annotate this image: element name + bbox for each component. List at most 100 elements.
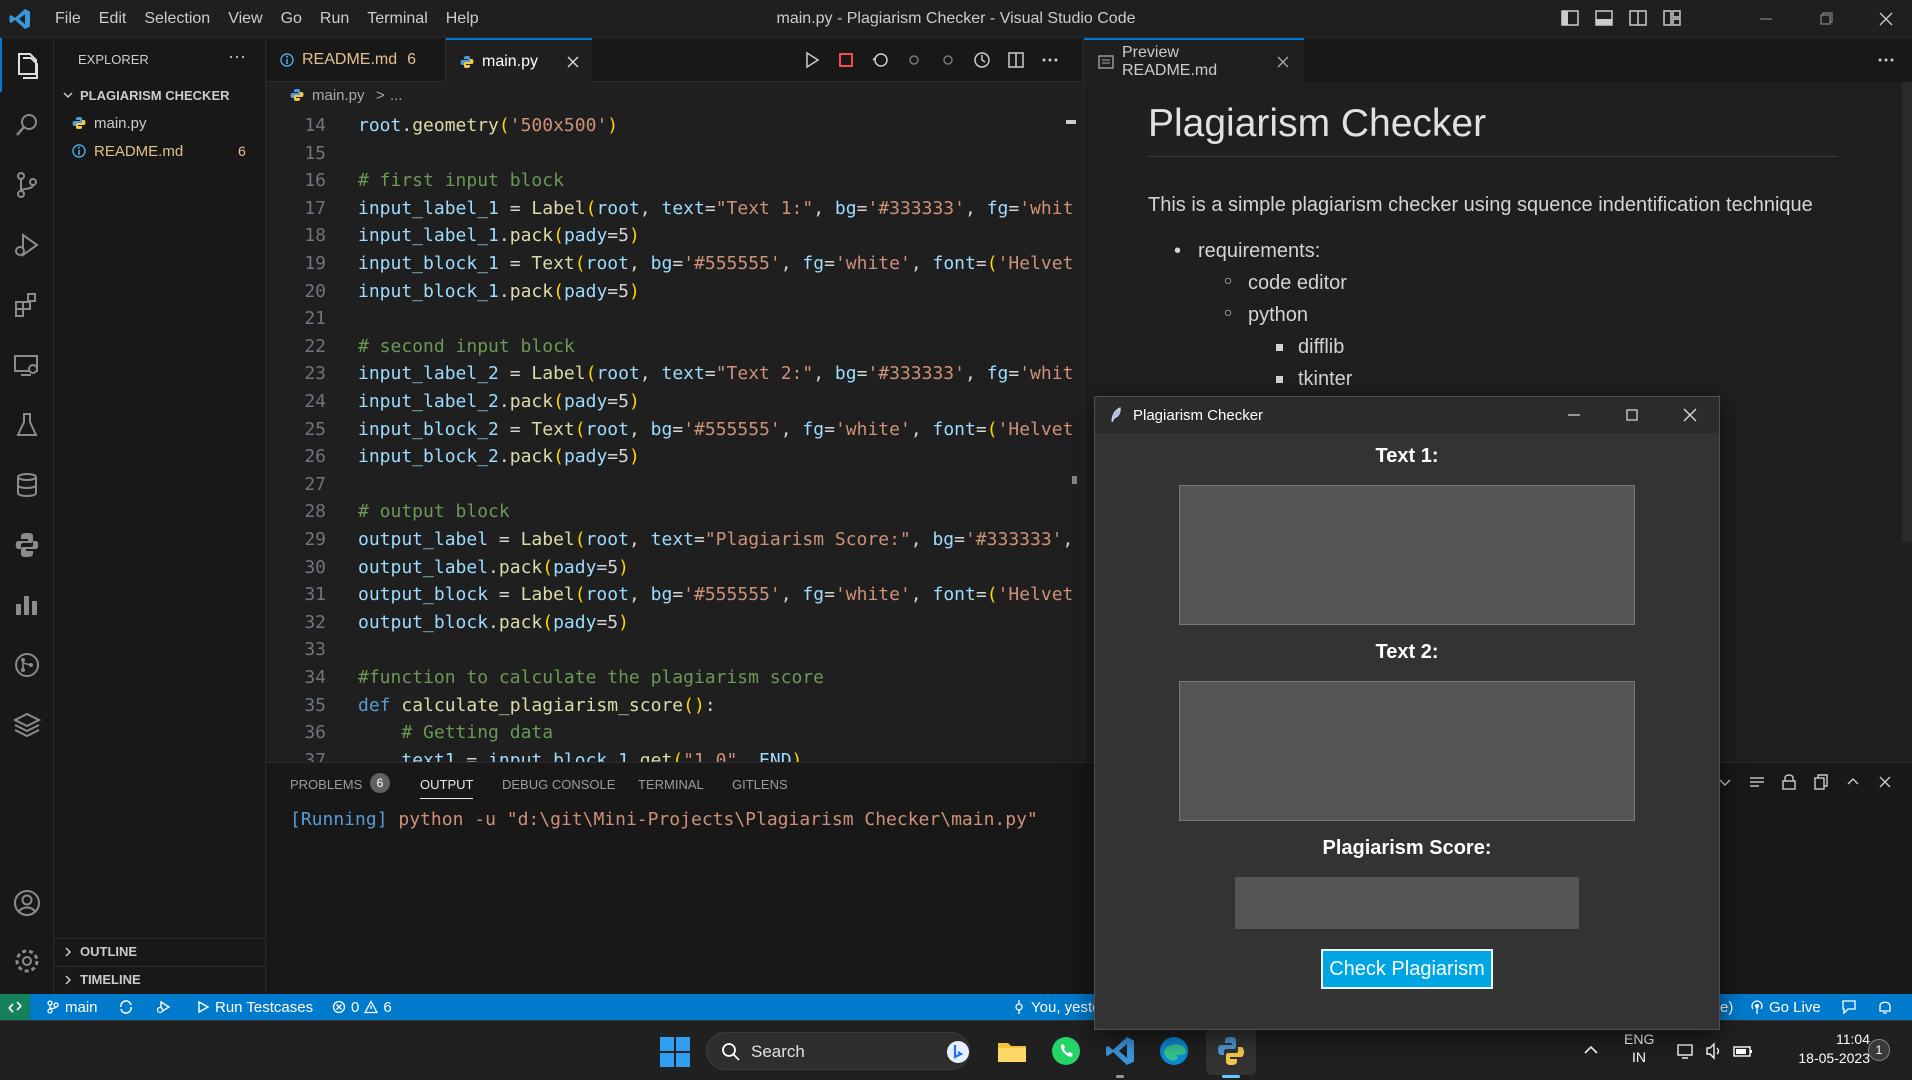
- text1-input[interactable]: [1179, 485, 1635, 625]
- preview-scrollbar[interactable]: [1902, 82, 1912, 542]
- sync-icon[interactable]: [118, 994, 134, 1020]
- windows-start-icon[interactable]: [660, 1037, 690, 1067]
- prev-change-icon[interactable]: [904, 50, 924, 70]
- close-panel-icon[interactable]: [1876, 773, 1894, 791]
- tab-debug-console[interactable]: DEBUG CONSOLE: [502, 777, 615, 792]
- run-icon[interactable]: [802, 50, 822, 70]
- account-icon[interactable]: [0, 876, 54, 930]
- code-token: font: [932, 253, 976, 274]
- chevron-up-icon[interactable]: [1582, 1041, 1600, 1059]
- git-blame-indicator[interactable]: You, yeste: [1012, 994, 1101, 1020]
- explorer-icon[interactable]: [0, 38, 54, 92]
- run-testcases-button[interactable]: Run Testcases: [196, 994, 313, 1020]
- tab-close-icon[interactable]: [1276, 55, 1290, 69]
- layers-icon[interactable]: [0, 698, 54, 752]
- tab-close-icon[interactable]: [566, 55, 580, 69]
- testing-icon[interactable]: [0, 398, 54, 452]
- file-explorer-icon[interactable]: [996, 1035, 1028, 1067]
- menu-run[interactable]: Run: [311, 10, 358, 28]
- extensions-icon[interactable]: [0, 278, 54, 332]
- minimize-icon[interactable]: [1756, 0, 1776, 38]
- chevron-up-icon[interactable]: [1844, 773, 1862, 791]
- text2-input[interactable]: [1179, 681, 1635, 821]
- language-indicator[interactable]: ENG IN: [1624, 1031, 1654, 1065]
- python-icon[interactable]: [0, 518, 54, 572]
- menu-help[interactable]: Help: [437, 10, 488, 28]
- split-editor-icon[interactable]: [1006, 50, 1026, 70]
- maximize-icon[interactable]: [1623, 406, 1641, 424]
- search-icon[interactable]: [0, 98, 54, 152]
- notification-badge[interactable]: 1: [1868, 1039, 1890, 1061]
- menu-file[interactable]: File: [46, 10, 90, 28]
- breadcrumb-rest[interactable]: ...: [390, 87, 403, 104]
- line-number: 31: [304, 584, 326, 606]
- settings-gear-icon[interactable]: [0, 934, 54, 988]
- stop-icon[interactable]: [836, 50, 856, 70]
- tab-terminal[interactable]: TERMINAL: [638, 777, 704, 792]
- menu-selection[interactable]: Selection: [135, 10, 219, 28]
- customize-layout-icon[interactable]: [1662, 8, 1682, 28]
- outline-section[interactable]: OUTLINE: [54, 938, 266, 964]
- folder-plagiarism-checker[interactable]: PLAGIARISM CHECKER: [54, 82, 266, 108]
- charts-icon[interactable]: [0, 578, 54, 632]
- debug-status-icon[interactable]: [156, 994, 172, 1020]
- problems-indicator[interactable]: 0 6: [332, 994, 392, 1020]
- toggle-sidebar-icon[interactable]: [1560, 8, 1580, 28]
- menu-go[interactable]: Go: [272, 10, 311, 28]
- code-token: input_label_2: [358, 391, 499, 412]
- language-code: ENG: [1624, 1031, 1655, 1047]
- clock[interactable]: 11:04 18-05-2023: [1770, 1031, 1870, 1066]
- breadcrumb-file[interactable]: main.py: [312, 87, 365, 104]
- broadcast-icon: [1750, 1000, 1764, 1014]
- file-main-py[interactable]: main.py: [54, 110, 266, 136]
- python-app-icon[interactable]: [1206, 1027, 1256, 1075]
- whatsapp-icon[interactable]: [1050, 1035, 1082, 1067]
- tk-title-bar[interactable]: Plagiarism Checker: [1095, 397, 1719, 433]
- edge-icon[interactable]: [1158, 1035, 1190, 1067]
- taskbar-search[interactable]: Search: [706, 1032, 970, 1070]
- system-tray[interactable]: [1676, 1041, 1754, 1061]
- tab-gitlens[interactable]: GITLENS: [732, 777, 788, 792]
- run-debug-icon[interactable]: [0, 218, 54, 272]
- file-readme-md[interactable]: README.md 6: [54, 138, 266, 164]
- toggle-secondary-sidebar-icon[interactable]: [1628, 8, 1648, 28]
- menu-edit[interactable]: Edit: [90, 10, 136, 28]
- remote-explorer-icon[interactable]: [0, 338, 54, 392]
- remote-indicator-icon[interactable]: [0, 994, 30, 1020]
- database-icon[interactable]: [0, 458, 54, 512]
- gitlens-icon[interactable]: [0, 638, 54, 692]
- vscode-taskbar-icon[interactable]: [1104, 1035, 1136, 1067]
- toggle-panel-icon[interactable]: [1594, 8, 1614, 28]
- clear-output-icon[interactable]: [1748, 773, 1766, 791]
- minimize-icon[interactable]: [1565, 406, 1583, 424]
- check-plagiarism-button[interactable]: Check Plagiarism: [1321, 949, 1493, 989]
- go-live-button[interactable]: Go Live: [1750, 994, 1821, 1020]
- timeline-section[interactable]: TIMELINE: [54, 966, 266, 992]
- menu-terminal[interactable]: Terminal: [358, 10, 436, 28]
- tab-preview-readme[interactable]: Preview README.md: [1084, 38, 1304, 83]
- close-icon[interactable]: [1876, 0, 1896, 38]
- notifications-bell-icon[interactable]: [1876, 994, 1894, 1020]
- feedback-icon[interactable]: [1840, 994, 1858, 1020]
- tab-problems[interactable]: PROBLEMS: [290, 777, 362, 792]
- more-actions-icon[interactable]: [1040, 50, 1060, 70]
- tab-main-py[interactable]: main.py: [446, 38, 592, 83]
- restore-icon[interactable]: [1816, 0, 1836, 38]
- menu-view[interactable]: View: [219, 10, 271, 28]
- code-editor[interactable]: 14 root.geometry('500x500') 15 16 # first in…: [266, 110, 1082, 762]
- history-icon[interactable]: [870, 50, 890, 70]
- timeline-icon[interactable]: [972, 50, 992, 70]
- next-change-icon[interactable]: [938, 50, 958, 70]
- tab-readme[interactable]: README.md 6: [266, 38, 446, 82]
- code-token: fg: [802, 253, 825, 274]
- branch-indicator[interactable]: main: [46, 994, 98, 1020]
- close-icon[interactable]: [1681, 406, 1699, 424]
- more-actions-icon[interactable]: [1876, 50, 1896, 70]
- source-control-icon[interactable]: [0, 158, 54, 212]
- code-token: =: [975, 584, 987, 606]
- copy-icon[interactable]: [1812, 773, 1830, 791]
- code-token: def: [358, 694, 402, 716]
- lock-icon[interactable]: [1780, 773, 1798, 791]
- tab-output[interactable]: OUTPUT: [420, 777, 474, 799]
- explorer-more-icon[interactable]: ···: [228, 46, 246, 67]
